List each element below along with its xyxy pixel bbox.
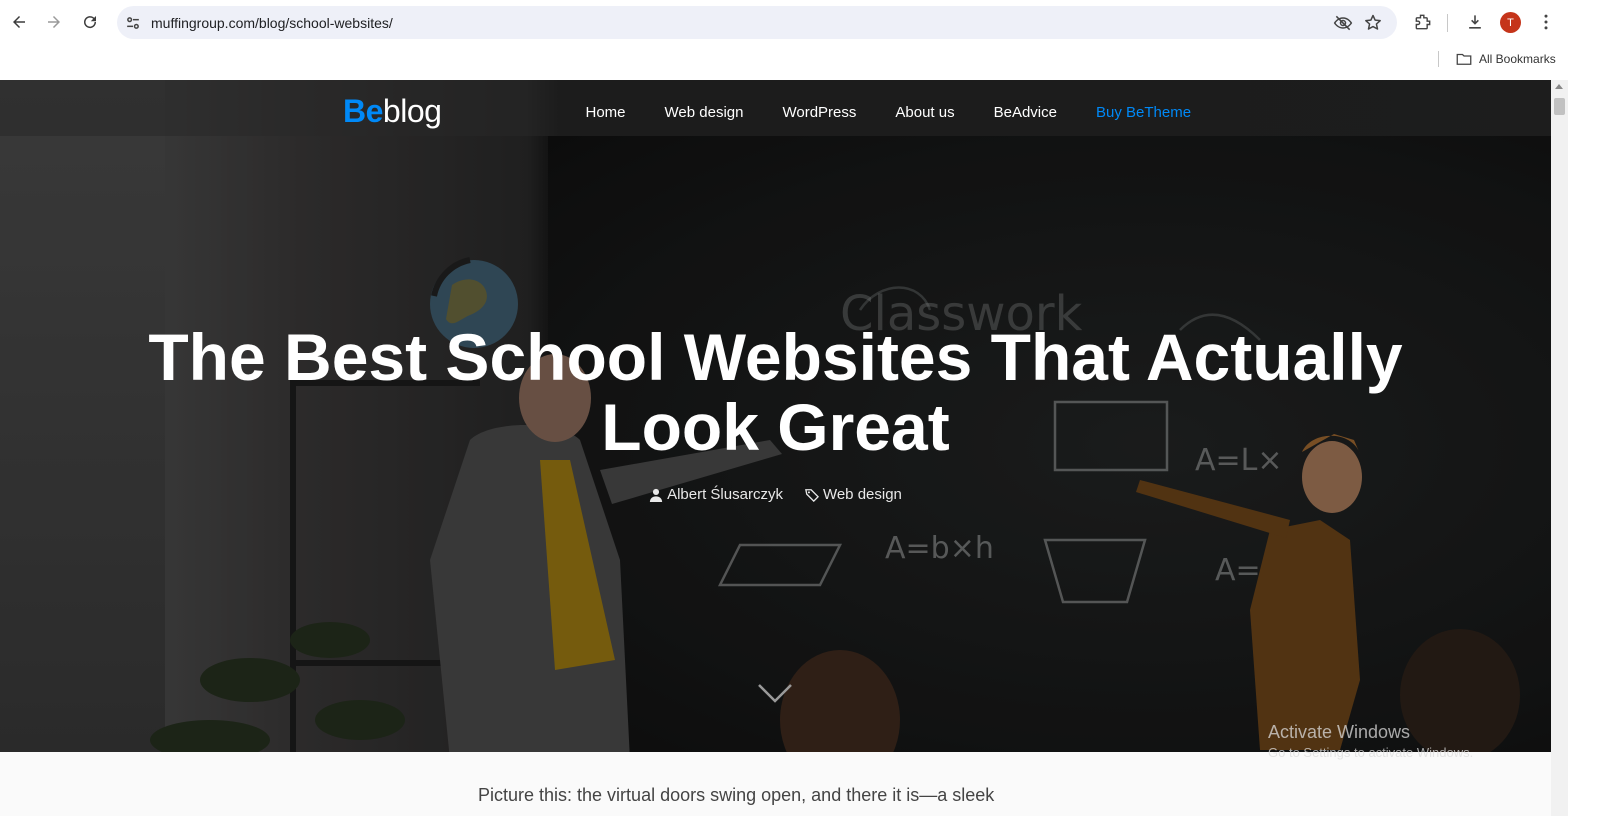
nav-buy-betheme[interactable]: Buy BeTheme xyxy=(1076,104,1210,121)
post-author-name[interactable]: Albert Ślusarczyk xyxy=(667,486,783,503)
hero-section: A=b×h A=L× A= Classwork Beblog Home Web … xyxy=(0,80,1551,752)
download-icon[interactable] xyxy=(1463,10,1487,34)
nav-web-design[interactable]: Web design xyxy=(645,104,763,121)
nav-wordpress[interactable]: WordPress xyxy=(763,104,876,121)
watermark-title: Activate Windows xyxy=(1268,722,1411,742)
toolbar-divider xyxy=(1447,14,1448,32)
page-title-line-2: Look Great xyxy=(601,390,950,464)
all-bookmarks-label: All Bookmarks xyxy=(1479,52,1556,66)
watermark-subtitle: Go to Settings to activate Windows. xyxy=(1268,745,1474,760)
browser-chrome: muffingroup.com/blog/school-websites/ T … xyxy=(0,0,1597,80)
forward-icon[interactable] xyxy=(40,8,68,36)
profile-avatar[interactable]: T xyxy=(1500,12,1521,33)
post-meta: Albert Ślusarczyk Web design xyxy=(0,486,1551,503)
windows-activation-watermark: Activate Windows Go to Settings to activ… xyxy=(1268,722,1473,760)
url-text[interactable]: muffingroup.com/blog/school-websites/ xyxy=(151,15,393,31)
scroll-up-arrow-icon[interactable] xyxy=(1555,84,1563,89)
vertical-scrollbar[interactable] xyxy=(1551,80,1568,816)
nav-about-us[interactable]: About us xyxy=(876,104,974,121)
logo-be: Be xyxy=(343,93,383,129)
post-category[interactable]: Web design xyxy=(805,486,902,503)
tag-icon xyxy=(805,488,819,502)
extensions-icon[interactable] xyxy=(1411,10,1435,34)
main-navigation: Home Web design WordPress About us BeAdv… xyxy=(566,104,1211,121)
logo-blog: blog xyxy=(382,93,442,129)
post-author[interactable]: Albert Ślusarczyk xyxy=(649,486,783,503)
scroll-down-icon[interactable] xyxy=(757,682,793,704)
page-title: The Best School Websites That Actually L… xyxy=(0,322,1551,462)
user-icon xyxy=(649,488,663,502)
nav-beadvice[interactable]: BeAdvice xyxy=(974,104,1076,121)
reload-icon[interactable] xyxy=(76,8,104,36)
eye-off-icon[interactable] xyxy=(1333,13,1353,33)
back-icon[interactable] xyxy=(5,8,33,36)
bookmarks-divider xyxy=(1438,51,1439,67)
nav-home[interactable]: Home xyxy=(566,104,645,121)
post-category-name[interactable]: Web design xyxy=(823,486,902,503)
menu-icon[interactable] xyxy=(1534,10,1558,34)
scrollbar-thumb[interactable] xyxy=(1554,98,1565,115)
article-area xyxy=(0,752,1551,816)
site-settings-icon[interactable] xyxy=(123,13,143,33)
star-icon[interactable] xyxy=(1363,13,1383,33)
article-intro: Picture this: the virtual doors swing op… xyxy=(478,785,995,805)
site-logo[interactable]: Beblog xyxy=(343,93,442,130)
all-bookmarks-button[interactable]: All Bookmarks xyxy=(1455,50,1556,68)
window-edge xyxy=(1568,80,1597,816)
address-bar[interactable]: muffingroup.com/blog/school-websites/ xyxy=(117,6,1397,39)
page-title-line-1: The Best School Websites That Actually xyxy=(148,320,1403,394)
page-viewport: A=b×h A=L× A= Classwork Beblog Home Web … xyxy=(0,80,1551,816)
folder-icon xyxy=(1456,53,1472,65)
